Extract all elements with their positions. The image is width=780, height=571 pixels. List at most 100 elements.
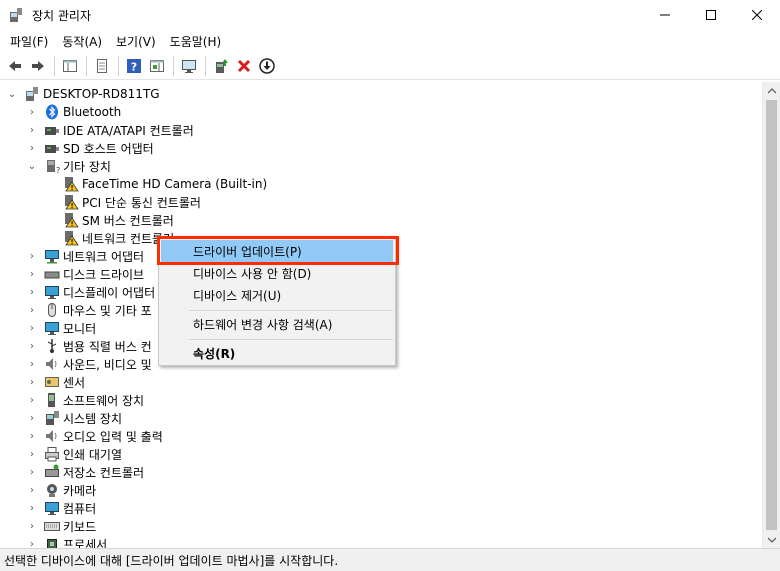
expanded-chevron-icon[interactable]: ⌄ — [6, 89, 18, 100]
highlight-annotation-box — [157, 236, 399, 265]
monitor-icon — [182, 59, 196, 73]
collapsed-chevron-icon[interactable]: › — [26, 377, 38, 388]
scroll-thumb[interactable] — [766, 100, 777, 530]
update-driver-button[interactable] — [210, 55, 232, 77]
tree-node-processors[interactable]: › 프로세서 — [26, 535, 107, 548]
tree-node-monitors[interactable]: › 모니터 — [26, 319, 96, 337]
collapsed-chevron-icon[interactable]: › — [26, 359, 38, 370]
tree-node-sd-host[interactable]: › SD 호스트 어댑터 — [26, 139, 154, 157]
uninstall-icon — [237, 59, 251, 72]
tree-node-ide[interactable]: › IDE ATA/ATAPI 컨트롤러 — [26, 121, 194, 139]
vertical-scrollbar[interactable] — [762, 82, 780, 548]
tree-node-sm-bus[interactable]: SM 버스 컨트롤러 — [45, 211, 174, 229]
tree-node-label: 저장소 컨트롤러 — [63, 465, 145, 480]
collapsed-chevron-icon[interactable]: › — [26, 125, 38, 136]
tree-node-facetime[interactable]: FaceTime HD Camera (Built-in) — [45, 175, 267, 193]
ide-controller-icon — [45, 127, 59, 135]
tree-node-display-adapters[interactable]: › 디스플레이 어댑터 — [26, 283, 155, 301]
forward-button[interactable] — [27, 55, 49, 77]
tree-root[interactable]: ⌄ DESKTOP-RD811TG — [6, 85, 160, 103]
menu-action[interactable]: 동작(A) — [56, 31, 108, 52]
properties-button[interactable] — [91, 55, 113, 77]
tree-node-bluetooth[interactable]: › Bluetooth — [26, 103, 121, 121]
close-button[interactable] — [734, 0, 780, 30]
menu-item-uninstall-device[interactable]: 디바이스 제거(U) — [161, 284, 393, 306]
collapsed-chevron-icon[interactable]: › — [26, 323, 38, 334]
toolbar: ? — [0, 52, 780, 80]
camera-icon — [47, 484, 57, 497]
storage-controller-icon — [45, 464, 59, 477]
minimize-button[interactable] — [642, 0, 688, 30]
toolbar-separator — [173, 55, 174, 76]
collapsed-chevron-icon[interactable]: › — [26, 305, 38, 316]
tree-node-pci[interactable]: PCI 단순 통신 컨트롤러 — [45, 193, 201, 211]
chevron-down-icon — [767, 537, 776, 543]
computer-icon — [45, 502, 59, 515]
maximize-icon — [706, 10, 716, 20]
tree-node-label: 프로세서 — [63, 537, 108, 549]
maximize-button[interactable] — [688, 0, 734, 30]
tree-node-network-adapters[interactable]: › 네트워크 어댑터 — [26, 247, 144, 265]
back-button[interactable] — [4, 55, 26, 77]
tree-node-mice[interactable]: › 마우스 및 기타 포 — [26, 301, 152, 319]
menu-view[interactable]: 보기(V) — [110, 31, 162, 52]
tree-node-disk-drives[interactable]: › 디스크 드라이브 — [26, 265, 144, 283]
collapsed-chevron-icon[interactable]: › — [26, 503, 38, 514]
collapsed-chevron-icon[interactable]: › — [26, 449, 38, 460]
menu-item-scan-hardware[interactable]: 하드웨어 변경 사항 검색(A) — [161, 313, 393, 335]
collapsed-chevron-icon[interactable]: › — [26, 143, 38, 154]
collapsed-chevron-icon[interactable]: › — [26, 269, 38, 280]
tree-node-label: 센서 — [63, 375, 86, 390]
tree-node-cameras[interactable]: › 카메라 — [26, 481, 96, 499]
tree-node-keyboards[interactable]: › 키보드 — [26, 517, 96, 535]
collapsed-chevron-icon[interactable]: › — [26, 521, 38, 532]
scan-hardware-button[interactable] — [178, 55, 200, 77]
collapsed-chevron-icon[interactable]: › — [26, 539, 38, 549]
tree-node-network-controller[interactable]: 네트워크 컨트롤러 — [45, 229, 174, 247]
tree-node-usb[interactable]: › 범용 직렬 버스 컨 — [26, 337, 152, 355]
collapsed-chevron-icon[interactable]: › — [26, 431, 38, 442]
help-icon: ? — [127, 58, 141, 73]
svg-text:?: ? — [56, 166, 60, 174]
collapsed-chevron-icon[interactable]: › — [26, 467, 38, 478]
collapsed-chevron-icon[interactable]: › — [26, 287, 38, 298]
status-text: 선택한 디바이스에 대해 [드라이버 업데이트 마법사]를 시작합니다. — [4, 553, 339, 568]
tree-node-sensors[interactable]: › 센서 — [26, 373, 85, 391]
expanded-chevron-icon[interactable]: ⌄ — [26, 161, 38, 172]
tree-node-label: 컴퓨터 — [63, 501, 97, 516]
collapsed-chevron-icon[interactable]: › — [26, 251, 38, 262]
help-button[interactable]: ? — [123, 55, 145, 77]
tree-node-print-queues[interactable]: › 인쇄 대기열 — [26, 445, 122, 463]
scroll-down-button[interactable] — [763, 531, 780, 548]
collapsed-chevron-icon[interactable]: › — [26, 341, 38, 352]
processor-icon — [47, 539, 57, 548]
tree-node-software-devices[interactable]: › 소프트웨어 장치 — [26, 391, 144, 409]
collapsed-chevron-icon[interactable]: › — [26, 413, 38, 424]
status-bar: 선택한 디바이스에 대해 [드라이버 업데이트 마법사]를 시작합니다. — [0, 548, 780, 571]
menu-item-properties[interactable]: 속성(R) — [161, 342, 393, 364]
toolbar-separator — [54, 55, 55, 76]
menu-help[interactable]: 도움말(H) — [164, 31, 228, 52]
tree-node-label: Bluetooth — [63, 105, 122, 119]
tree-node-label: 키보드 — [63, 519, 97, 534]
tree-node-other-devices[interactable]: ⌄ ? 기타 장치 — [26, 157, 111, 175]
download-button[interactable] — [256, 55, 278, 77]
tree-node-computer[interactable]: › 컴퓨터 — [26, 499, 96, 517]
toolbar-separator — [205, 55, 206, 76]
sound-icon — [46, 358, 57, 370]
tree-node-label: 마우스 및 기타 포 — [63, 303, 152, 318]
tree-node-label: 카메라 — [63, 483, 97, 498]
collapsed-chevron-icon[interactable]: › — [26, 485, 38, 496]
tree-node-sound[interactable]: › 사운드, 비디오 및 — [26, 355, 152, 373]
collapsed-chevron-icon[interactable]: › — [26, 395, 38, 406]
scroll-up-button[interactable] — [763, 82, 780, 99]
collapsed-chevron-icon[interactable]: › — [26, 107, 38, 118]
tree-node-audio-io[interactable]: › 오디오 입력 및 출력 — [26, 427, 163, 445]
uninstall-button[interactable] — [233, 55, 255, 77]
tree-node-storage-controllers[interactable]: › 저장소 컨트롤러 — [26, 463, 144, 481]
menu-file[interactable]: 파일(F) — [4, 31, 54, 52]
menu-item-disable-device[interactable]: 디바이스 사용 안 함(D) — [161, 262, 393, 284]
show-hide-console-tree-button[interactable] — [59, 55, 81, 77]
tree-node-system-devices[interactable]: › 시스템 장치 — [26, 409, 122, 427]
action-pane-button[interactable] — [146, 55, 168, 77]
